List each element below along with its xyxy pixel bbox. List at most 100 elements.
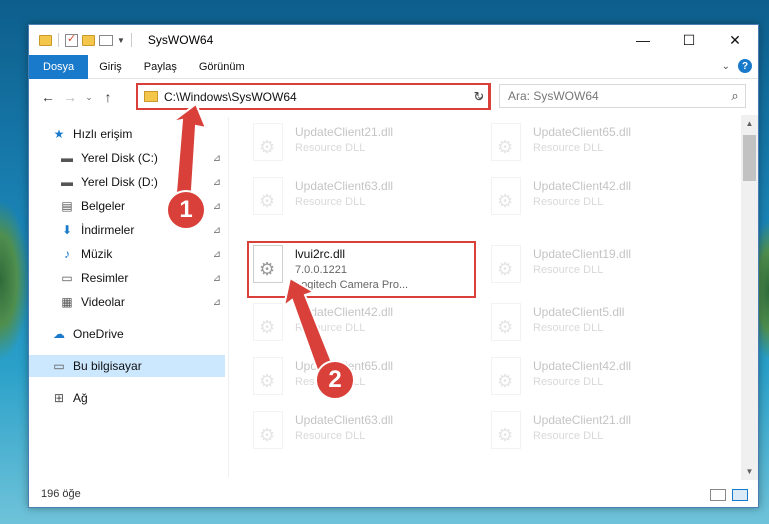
dll-file-icon: ⚙ — [249, 301, 289, 345]
large-icons-view-icon[interactable] — [732, 489, 748, 501]
file-item[interactable]: ⚙ UpdateClient21.dll Resource DLL — [487, 409, 707, 457]
expand-ribbon-icon[interactable]: ⌄ — [722, 61, 730, 72]
sidebar-item[interactable]: ▬ Yerel Disk (D:) ⊿ — [29, 171, 225, 193]
file-name: UpdateClient42.dll — [295, 305, 394, 319]
quick-access-toolbar: ▼ — [29, 32, 134, 47]
tab-home[interactable]: Giriş — [88, 61, 133, 73]
address-bar[interactable]: C:\Windows\SysWOW64 ⌄ — [136, 83, 490, 110]
recent-locations-icon[interactable]: ⌄ — [81, 92, 97, 103]
file-item[interactable]: ⚙ UpdateClient63.dll Resource DLL — [249, 175, 469, 223]
cloud-icon: ☁ — [53, 327, 65, 341]
pin-icon[interactable]: ⊿ — [213, 225, 221, 236]
callout-1: 1 — [166, 190, 206, 230]
navigation-pane: ★ Hızlı erişim ▬ Yerel Disk (C:) ⊿ ▬ Yerel Dis… — [29, 117, 229, 477]
download-icon: ⬇ — [61, 223, 73, 237]
dll-file-icon: ⚙ — [249, 355, 289, 399]
new-folder-icon[interactable] — [82, 34, 95, 46]
maximize-button[interactable]: ☐ — [666, 25, 712, 55]
file-description: Resource DLL — [295, 196, 366, 208]
back-icon[interactable]: ← — [37, 89, 59, 105]
view-icon[interactable] — [99, 34, 113, 46]
dll-file-icon: ⚙ — [487, 175, 527, 219]
file-name: UpdateClient63.dll — [295, 413, 394, 427]
file-description: Resource DLL — [533, 142, 604, 154]
sidebar-item-label: Ağ — [73, 391, 88, 405]
sidebar-item-label: Hızlı erişim — [73, 127, 133, 141]
file-description: Resource DLL — [295, 142, 366, 154]
document-icon: ▤ — [61, 199, 73, 213]
network-icon: ⊞ — [53, 391, 65, 405]
ribbon-tabs: Dosya Giriş Paylaş Görünüm ⌄ ? — [29, 54, 758, 79]
file-item[interactable]: ⚙ UpdateClient63.dll Resource DLL — [249, 409, 469, 457]
scroll-thumb[interactable] — [743, 135, 756, 181]
file-item[interactable]: ⚙ UpdateClient42.dll Resource DLL — [487, 175, 707, 223]
drive-icon: ▬ — [61, 175, 73, 189]
sidebar-item-label: Belgeler — [81, 199, 126, 213]
pin-icon[interactable]: ⊿ — [213, 297, 221, 308]
chevron-down-icon[interactable]: ▼ — [117, 36, 125, 45]
minimize-button[interactable]: — — [620, 25, 666, 55]
explorer-window: ▼ SysWOW64 — ☐ ✕ Dosya Giriş Paylaş Görü… — [28, 24, 759, 508]
file-item[interactable]: ⚙ UpdateClient42.dll Resource DLL — [487, 355, 707, 403]
search-input[interactable]: Ara: SysWOW64 — [500, 89, 725, 103]
refresh-button[interactable]: ↻ — [469, 83, 491, 110]
close-button[interactable]: ✕ — [712, 25, 758, 55]
sidebar-item-label: Yerel Disk (D:) — [81, 175, 158, 189]
sidebar-item[interactable]: ▭ Resimler ⊿ — [29, 267, 225, 289]
file-description: Resource DLL — [533, 264, 604, 276]
address-path[interactable]: C:\Windows\SysWOW64 — [164, 90, 472, 104]
sidebar-item-label: Yerel Disk (C:) — [81, 151, 158, 165]
scroll-up-icon[interactable]: ▲ — [741, 115, 758, 132]
dll-file-icon: ⚙ — [249, 409, 289, 453]
sidebar-item[interactable]: ★ Hızlı erişim — [29, 123, 225, 145]
sidebar-item[interactable]: ⊞ Ağ — [29, 387, 225, 409]
pictures-icon: ▭ — [61, 271, 73, 285]
scroll-down-icon[interactable]: ▼ — [741, 463, 758, 480]
pin-icon[interactable]: ⊿ — [213, 273, 221, 284]
selected-file-highlight — [247, 241, 476, 298]
help-icon[interactable]: ? — [738, 59, 752, 73]
forward-icon[interactable]: → — [59, 89, 81, 105]
file-name: UpdateClient63.dll — [295, 179, 394, 193]
file-name: UpdateClient19.dll — [533, 247, 632, 261]
tab-share[interactable]: Paylaş — [133, 61, 188, 73]
dll-file-icon: ⚙ — [487, 409, 527, 453]
file-item[interactable]: ⚙ UpdateClient5.dll Resource DLL — [487, 301, 707, 349]
file-item[interactable]: ⚙ UpdateClient21.dll Resource DLL — [249, 121, 469, 169]
music-icon: ♪ — [64, 247, 70, 261]
dll-file-icon: ⚙ — [487, 121, 527, 165]
pin-icon[interactable]: ⊿ — [213, 201, 221, 212]
sidebar-item[interactable]: ▬ Yerel Disk (C:) ⊿ — [29, 147, 225, 169]
tab-view[interactable]: Görünüm — [188, 61, 256, 73]
details-view-icon[interactable] — [710, 489, 726, 501]
search-icon[interactable]: ⌕ — [725, 88, 745, 104]
sidebar-item-label: İndirmeler — [81, 223, 135, 237]
wallpaper-foliage — [0, 200, 30, 360]
sidebar-item[interactable]: ▦ Videolar ⊿ — [29, 291, 225, 313]
window-title: SysWOW64 — [147, 33, 214, 47]
sidebar-item[interactable]: ▭ Bu bilgisayar — [29, 355, 225, 377]
address-toolbar: ← → ⌄ ↑ C:\Windows\SysWOW64 ⌄ ↻ Ara: Sys… — [29, 81, 758, 113]
vertical-scrollbar[interactable]: ▲ ▼ — [741, 115, 758, 480]
sidebar-item[interactable]: ♪ Müzik ⊿ — [29, 243, 225, 265]
pin-icon[interactable]: ⊿ — [213, 177, 221, 188]
sidebar-item-label: OneDrive — [73, 327, 124, 341]
file-description: Resource DLL — [295, 430, 366, 442]
pin-icon[interactable]: ⊿ — [213, 249, 221, 260]
pin-icon[interactable]: ⊿ — [213, 153, 221, 164]
tab-file[interactable]: Dosya — [29, 54, 89, 79]
file-item[interactable]: ⚙UpdateClient65.dllResource DLL — [249, 355, 469, 403]
search-box[interactable]: Ara: SysWOW64 ⌕ — [499, 84, 746, 108]
dll-file-icon: ⚙ — [487, 301, 527, 345]
file-item[interactable]: ⚙ UpdateClient19.dll Resource DLL — [487, 243, 707, 291]
dll-file-icon: ⚙ — [249, 175, 289, 219]
file-item[interactable]: ⚙ UpdateClient42.dll Resource DLL — [249, 301, 469, 349]
up-icon[interactable]: ↑ — [97, 89, 119, 105]
sidebar-item[interactable]: ☁ OneDrive — [29, 323, 225, 345]
sidebar-item-label: Resimler — [81, 271, 129, 285]
dll-file-icon: ⚙ — [249, 121, 289, 165]
file-name: UpdateClient65.dll — [533, 125, 632, 139]
folder-icon — [39, 34, 52, 46]
properties-icon[interactable] — [65, 32, 78, 47]
file-item[interactable]: ⚙ UpdateClient65.dll Resource DLL — [487, 121, 707, 169]
